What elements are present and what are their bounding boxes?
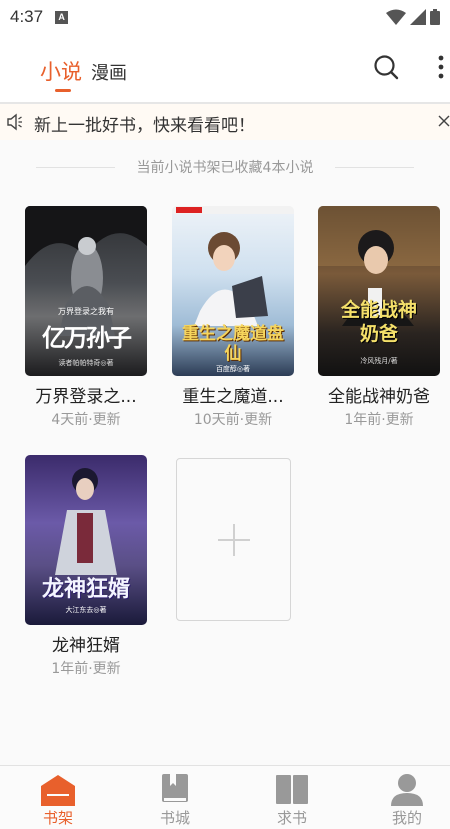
book-update-time: 4天前·更新 — [51, 412, 121, 428]
nav-label: 书城 — [159, 809, 190, 827]
speaker-icon — [7, 113, 22, 131]
nav-label: 我的 — [391, 809, 422, 827]
cover-title-text: 重生之魔道盘仙 — [182, 324, 284, 364]
user-icon — [391, 774, 423, 806]
book-cover-1[interactable]: 万界登录之我有 亿万孙子 读者帕帕特奇◎著 — [25, 206, 147, 376]
book-title[interactable]: 万界登录之... — [13, 382, 159, 407]
signal-icon — [410, 9, 426, 25]
nav-bookshelf[interactable]: 书架 — [2, 766, 114, 829]
cover-art — [318, 206, 440, 326]
book-cover-2[interactable]: 重生之魔道盘仙 百度醇◎著 — [172, 206, 294, 376]
wifi-icon — [386, 9, 406, 25]
cover-author-text: 百度醇◎著 — [215, 365, 251, 373]
status-indicators — [386, 9, 440, 25]
cover-title-text: 全能战神奶爸 — [340, 299, 417, 345]
tab-novel[interactable]: 小说 — [40, 56, 82, 86]
nav-bookstore[interactable]: 书城 — [119, 766, 231, 829]
book-title[interactable]: 全能战神奶爸 — [306, 382, 450, 407]
book-title[interactable]: 重生之魔道... — [160, 382, 306, 407]
status-bar: 4:37 A — [0, 0, 450, 34]
divider-line — [335, 166, 415, 168]
search-icon[interactable] — [373, 54, 399, 80]
divider-line — [36, 166, 115, 168]
more-vertical-icon[interactable] — [433, 54, 449, 80]
cover-author-text: 大江东去◎著 — [65, 606, 107, 614]
shelf-count-text: 当前小说书架已收藏4本小说 — [136, 160, 314, 176]
cover-title-text: 亿万孙子 — [42, 324, 132, 352]
app-notification-icon: A — [55, 10, 69, 24]
bottom-navigation: 书架 书城 求书 我的 — [0, 765, 450, 829]
add-book-button[interactable] — [176, 458, 291, 621]
book-update-time: 1年前·更新 — [344, 412, 414, 428]
close-icon[interactable] — [438, 115, 450, 127]
plus-icon — [218, 524, 250, 556]
cover-title-text: 龙神狂婿 — [41, 577, 130, 602]
nav-label: 求书 — [276, 809, 307, 827]
book-icon — [162, 774, 188, 802]
battery-icon — [430, 9, 440, 25]
shelf-count-info: 当前小说书架已收藏4本小说 — [36, 157, 415, 177]
app-header: 小说 漫画 — [0, 34, 450, 102]
notice-bar[interactable]: 新上一批好书，快来看看吧！ — [0, 104, 450, 140]
nav-request-book[interactable]: 求书 — [236, 766, 348, 829]
book-update-time: 10天前·更新 — [193, 412, 273, 428]
book-cover-4[interactable]: 龙神狂婿 大江东去◎著 — [25, 455, 147, 625]
cover-author-text: 冷风残月/著 — [360, 357, 398, 365]
open-book-icon — [276, 775, 308, 804]
bookshelf-icon — [41, 775, 75, 806]
book-cover-3[interactable]: 全能战神奶爸 冷风残月/著 — [318, 206, 440, 376]
active-tab-indicator — [55, 89, 71, 92]
tab-comic[interactable]: 漫画 — [91, 59, 127, 85]
cover-author-text: 读者帕帕特奇◎著 — [58, 359, 114, 367]
notice-text: 新上一批好书，快来看看吧！ — [34, 116, 255, 136]
book-title[interactable]: 龙神狂婿 — [13, 631, 159, 656]
nav-label: 书架 — [42, 809, 73, 827]
status-time: 4:37 — [10, 7, 44, 26]
nav-profile[interactable]: 我的 — [351, 766, 450, 829]
cover-top-text: 万界登录之我有 — [58, 307, 114, 316]
book-update-time: 1年前·更新 — [51, 661, 121, 677]
